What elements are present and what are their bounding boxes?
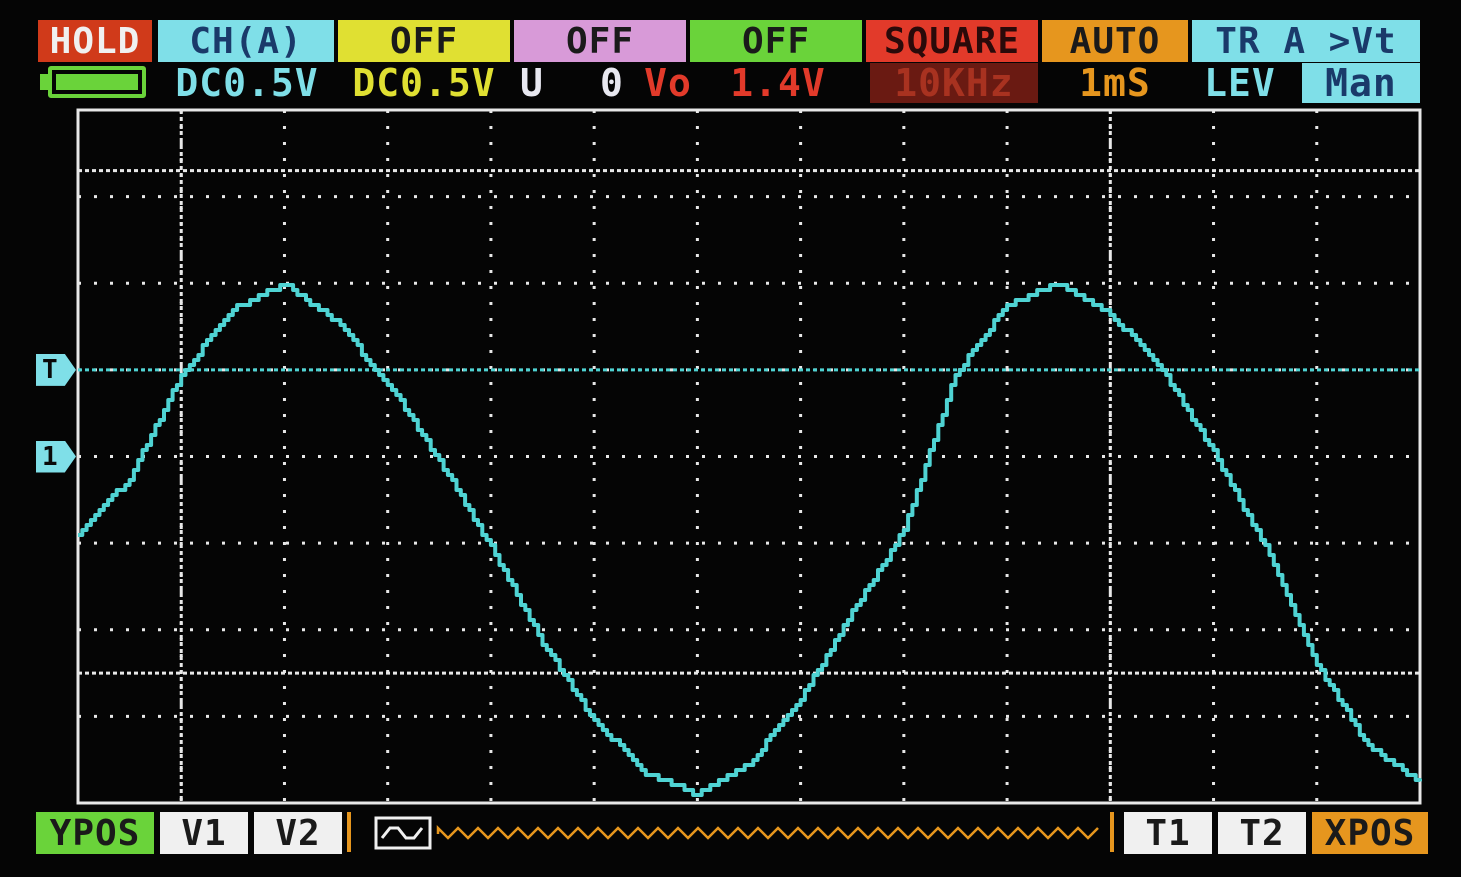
v2-cursor-button[interactable]: V2 [254,812,342,854]
t1-cursor-button[interactable]: T1 [1124,812,1212,854]
ypos-button[interactable]: YPOS [36,812,154,854]
t2-cursor-button[interactable]: T2 [1218,812,1306,854]
xpos-button[interactable]: XPOS [1312,812,1428,854]
v1-cursor-button[interactable]: V1 [160,812,248,854]
waveform-window-icon [374,816,432,850]
scope-display [76,108,1422,805]
record-position-bar[interactable] [346,808,1118,856]
waveform-trace [78,283,1422,797]
